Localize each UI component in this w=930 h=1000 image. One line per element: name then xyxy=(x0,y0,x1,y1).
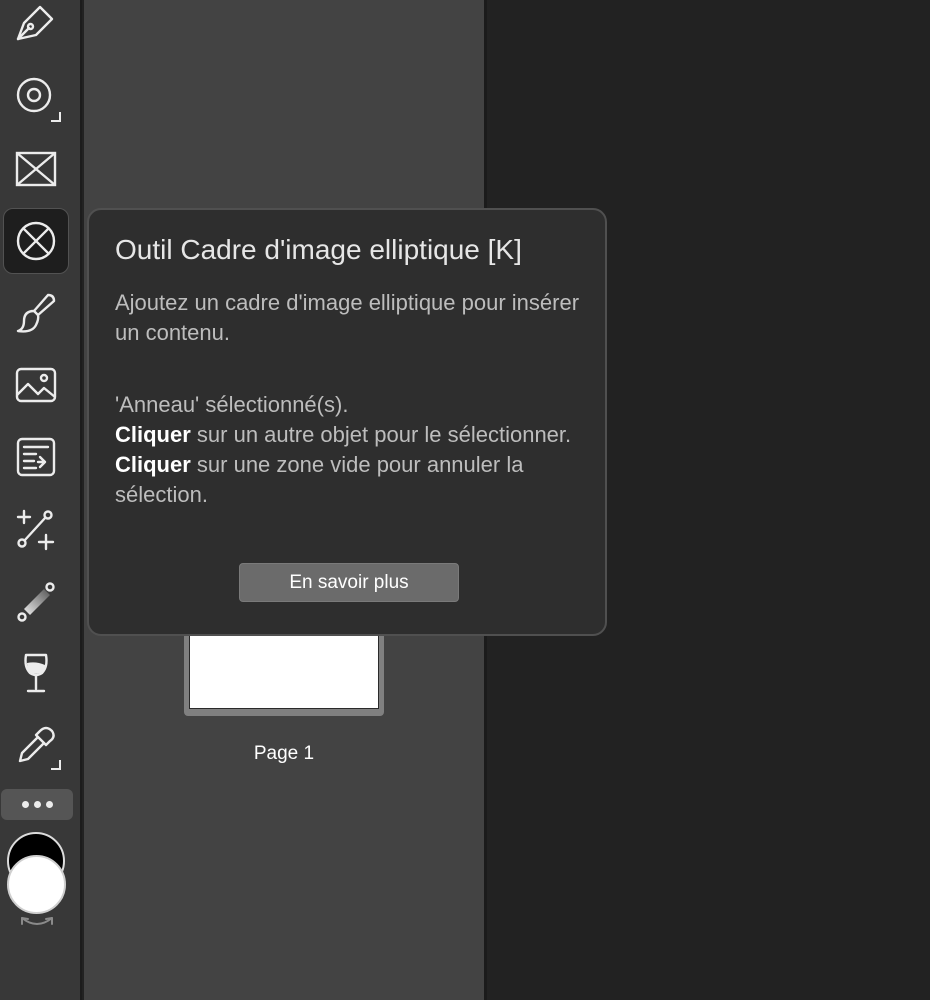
node-tool[interactable] xyxy=(3,496,69,562)
hint-key: Cliquer xyxy=(115,452,191,477)
image-icon xyxy=(15,367,57,403)
selection-status: 'Anneau' sélectionné(s). xyxy=(115,392,349,417)
image-tool[interactable] xyxy=(3,352,69,418)
swap-colors-icon[interactable] xyxy=(17,912,57,932)
pen-tool[interactable] xyxy=(3,0,69,56)
pen-icon xyxy=(16,5,54,41)
page-label: Page 1 xyxy=(253,743,315,764)
transparency-tool[interactable] xyxy=(3,640,69,706)
learn-more-button[interactable]: En savoir plus xyxy=(239,563,459,602)
tooltip-description: Ajoutez un cadre d'image elliptique pour… xyxy=(115,290,580,345)
flyout-corner-icon xyxy=(51,760,61,770)
ellipse-frame-icon xyxy=(16,221,56,261)
page-thumbnail-canvas xyxy=(189,624,379,709)
tooltip-title: Outil Cadre d'image elliptique [K] xyxy=(115,234,522,265)
rectangle-frame-tool[interactable] xyxy=(3,136,69,202)
hint-text: sur un autre objet pour le sélectionner. xyxy=(190,422,572,447)
fill-color-swatch[interactable] xyxy=(7,855,66,914)
rectangle-frame-icon xyxy=(15,151,57,187)
tools-toolbar xyxy=(0,0,82,1000)
ellipse-frame-tool[interactable] xyxy=(3,208,69,274)
tool-tooltip: Outil Cadre d'image elliptique [K] Ajout… xyxy=(87,208,607,636)
gradient-icon xyxy=(17,582,55,622)
brush-tool[interactable] xyxy=(3,280,69,346)
hint-select: Cliquer sur un autre objet pour le sélec… xyxy=(115,420,585,450)
transparency-icon xyxy=(24,653,48,693)
hint-key: Cliquer xyxy=(115,422,191,447)
dot-icon xyxy=(33,801,41,808)
text-frame-icon xyxy=(16,437,56,477)
tooltip-status: 'Anneau' sélectionné(s). Cliquer sur un … xyxy=(115,390,585,510)
text-frame-tool[interactable] xyxy=(3,424,69,490)
brush-icon xyxy=(16,293,56,333)
ring-tool[interactable] xyxy=(3,64,69,130)
gradient-tool[interactable] xyxy=(3,568,69,634)
flyout-corner-icon xyxy=(51,112,61,122)
hint-deselect: Cliquer sur une zone vide pour annuler l… xyxy=(115,450,585,510)
eyedropper-tool[interactable] xyxy=(3,712,69,778)
dot-icon xyxy=(21,801,29,808)
node-add-icon xyxy=(16,509,55,551)
more-tools-button[interactable] xyxy=(1,789,73,820)
dot-icon xyxy=(45,801,53,808)
